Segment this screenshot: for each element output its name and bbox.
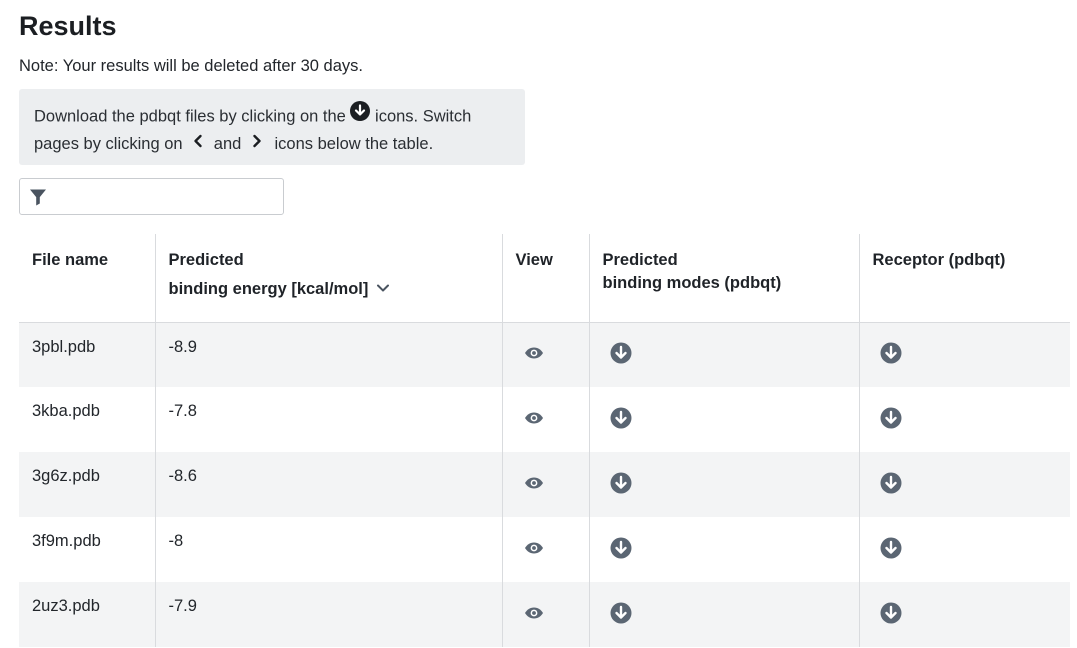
sort-chevron-down-icon[interactable] (376, 277, 390, 300)
download-modes-icon[interactable] (610, 342, 632, 364)
download-receptor-icon[interactable] (880, 472, 902, 494)
cell-binding-energy: -8.9 (154, 322, 502, 387)
cell-view (501, 582, 589, 647)
cell-binding-energy: -7.8 (154, 387, 502, 452)
cell-binding-modes (588, 452, 859, 517)
chevron-left-icon (193, 130, 203, 156)
cell-file-name: 2uz3.pdb (19, 582, 155, 647)
download-receptor-icon[interactable] (880, 602, 902, 624)
cell-binding-modes (588, 582, 859, 647)
filter-field[interactable] (19, 178, 284, 215)
download-receptor-icon[interactable] (880, 407, 902, 429)
cell-binding-energy: -8.6 (154, 452, 502, 517)
header-modes-line1: Predicted (602, 251, 678, 269)
cell-receptor (858, 517, 1070, 582)
download-receptor-icon[interactable] (880, 537, 902, 559)
cell-binding-energy: -7.9 (154, 582, 502, 647)
instructions-box: Download the pdbqt files by clicking on … (19, 89, 525, 165)
cell-file-name: 3pbl.pdb (19, 322, 155, 387)
cell-view (501, 517, 589, 582)
view-eye-icon[interactable] (524, 606, 544, 620)
cell-binding-modes (588, 517, 859, 582)
header-receptor: Receptor (pdbqt) (858, 234, 1070, 323)
instructions-text: Download the pdbqt files by clicking on … (34, 107, 351, 126)
header-file-name: File name (19, 234, 155, 323)
download-modes-icon[interactable] (610, 472, 632, 494)
retention-note: Note: Your results will be deleted after… (19, 57, 363, 75)
header-view: View (501, 234, 589, 323)
view-eye-icon[interactable] (524, 476, 544, 490)
header-modes-line2: binding modes (pdbqt) (602, 274, 782, 292)
header-energy-line1: Predicted (168, 251, 244, 269)
cell-binding-modes (588, 322, 859, 387)
download-modes-icon[interactable] (610, 602, 632, 624)
header-energy-line2-wrap: binding energy [kcal/mol] (169, 278, 489, 301)
header-binding-modes: Predicted binding modes (pdbqt) (588, 234, 859, 323)
cell-file-name: 3f9m.pdb (32, 532, 101, 550)
view-eye-icon[interactable] (524, 541, 544, 555)
table-row: 3kba.pdb -7.8 (19, 387, 1070, 452)
cell-view (501, 387, 589, 452)
download-receptor-icon[interactable] (880, 342, 902, 364)
header-energy-line2: binding energy [kcal/mol] (168, 280, 369, 298)
cell-file-name: 3g6z.pdb (19, 452, 155, 517)
instructions-text: and (209, 135, 246, 153)
header-binding-energy[interactable]: Predicted binding energy [kcal/mol] (154, 234, 502, 323)
cell-receptor (858, 582, 1070, 647)
chevron-right-icon (252, 130, 262, 156)
instructions-text: pages by clicking on (34, 135, 188, 153)
cell-view (501, 322, 589, 387)
table-header-row: File name Predicted binding energy [kcal… (19, 234, 1070, 323)
download-modes-icon[interactable] (610, 407, 632, 429)
table-row: 3g6z.pdb -8.6 (19, 452, 1070, 517)
cell-receptor (858, 452, 1070, 517)
instructions-text: icons. Switch (370, 107, 472, 126)
view-eye-icon[interactable] (524, 411, 544, 425)
table-row: 3f9m.pdb -8 (19, 517, 1070, 582)
results-table: File name Predicted binding energy [kcal… (19, 234, 1070, 647)
table-row: 3pbl.pdb -8.9 (19, 322, 1070, 387)
filter-funnel-icon (29, 188, 47, 211)
instructions-text: icons below the table. (269, 135, 434, 153)
page-title: Results (19, 11, 117, 41)
cell-receptor (858, 387, 1070, 452)
download-circle-icon (350, 101, 371, 129)
cell-receptor (858, 322, 1070, 387)
cell-binding-modes (588, 387, 859, 452)
cell-binding-energy: -8 (154, 517, 502, 582)
cell-view (501, 452, 589, 517)
filter-input[interactable] (56, 183, 280, 212)
download-modes-icon[interactable] (610, 537, 632, 559)
instructions-line-2: pages by clicking on and icons below the… (34, 131, 510, 158)
cell-file-name: 3kba.pdb (32, 402, 100, 420)
view-eye-icon[interactable] (524, 346, 544, 360)
instructions-line-1: Download the pdbqt files by clicking on … (34, 101, 510, 131)
table-row: 2uz3.pdb -7.9 (19, 582, 1070, 647)
